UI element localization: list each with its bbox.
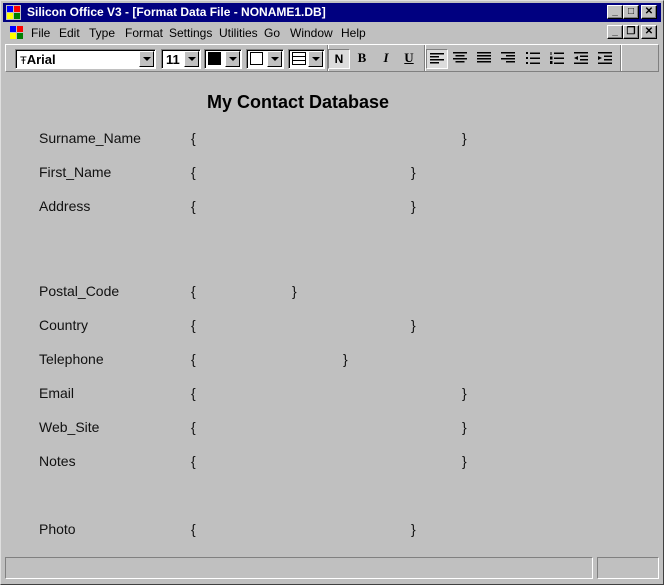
field-close-brace[interactable]: } [292,283,297,299]
menu-edit[interactable]: Edit [59,26,80,40]
field-label: Photo [39,521,76,537]
normal-style-button[interactable]: N [328,49,350,69]
app-icon[interactable] [6,5,21,20]
align-right-button[interactable] [497,49,519,69]
increase-indent-button[interactable] [594,49,616,69]
chevron-down-icon[interactable] [308,51,323,67]
menu-bar: File Edit Type Format Settings Utilities… [3,23,661,42]
decrease-indent-button[interactable] [570,49,592,69]
numbered-list-icon [550,52,564,64]
title-bar[interactable]: Silicon Office V3 - [Format Data File - … [3,3,661,22]
fill-color-swatch [250,52,263,65]
doc-close-button[interactable]: ✕ [641,25,657,39]
close-button[interactable]: ✕ [641,5,657,19]
maximize-button[interactable]: □ [623,5,639,19]
font-name-value: ŦArial [20,52,56,67]
menu-window[interactable]: Window [290,26,333,40]
field-close-brace[interactable]: } [411,164,416,180]
italic-button[interactable]: I [375,49,397,69]
align-left-button[interactable] [426,49,448,69]
field-open-brace[interactable]: { [191,317,196,333]
minimize-button[interactable]: _ [607,5,623,19]
status-bar [5,557,661,579]
doc-restore-button[interactable]: ❐ [623,25,639,39]
field-label: Notes [39,453,76,469]
menu-go[interactable]: Go [264,26,280,40]
font-name-select[interactable]: ŦArial [15,49,156,69]
field-open-brace[interactable]: { [191,351,196,367]
field-close-brace[interactable]: } [462,419,467,435]
menu-file[interactable]: File [31,26,50,40]
font-size-select[interactable]: 11 [161,49,201,69]
chevron-down-icon[interactable] [225,51,240,67]
field-open-brace[interactable]: { [191,198,196,214]
bullet-list-icon [526,52,540,64]
doc-minimize-button[interactable]: _ [607,25,623,39]
fill-color-select[interactable] [246,49,284,69]
field-label: Telephone [39,351,104,367]
align-center-icon [453,52,467,63]
field-open-brace[interactable]: { [191,130,196,146]
field-label: Postal_Code [39,283,120,299]
font-size-value: 11 [166,52,180,67]
menu-help[interactable]: Help [341,26,366,40]
field-label: Web_Site [39,419,100,435]
menu-utilities[interactable]: Utilities [219,26,258,40]
underline-button[interactable]: U [398,49,420,69]
field-close-brace[interactable]: } [462,453,467,469]
field-close-brace[interactable]: } [411,317,416,333]
format-toolbar: ŦArial 11 N B I U [5,44,659,72]
field-open-brace[interactable]: { [191,521,196,537]
chevron-down-icon[interactable] [139,51,154,67]
field-open-brace[interactable]: { [191,283,196,299]
toolbar-separator [620,45,622,71]
field-open-brace[interactable]: { [191,164,196,180]
field-label: Country [39,317,89,333]
field-close-brace[interactable]: } [343,351,348,367]
align-center-button[interactable] [449,49,471,69]
text-color-select[interactable] [204,49,242,69]
menu-type[interactable]: Type [89,26,115,40]
app-window: Silicon Office V3 - [Format Data File - … [0,0,664,585]
align-justify-icon [477,52,491,63]
outdent-icon [574,52,588,64]
status-pane-secondary [597,557,659,579]
window-title: Silicon Office V3 - [Format Data File - … [27,5,326,19]
align-right-icon [501,52,515,63]
border-style-select[interactable] [288,49,325,69]
menu-settings[interactable]: Settings [169,26,212,40]
chevron-down-icon[interactable] [184,51,199,67]
field-open-brace[interactable]: { [191,385,196,401]
field-close-brace[interactable]: } [411,198,416,214]
text-color-swatch [208,52,221,65]
document-workspace[interactable]: My Contact Database Surname_Name { } Fir… [5,75,659,551]
align-left-icon [430,53,444,64]
field-open-brace[interactable]: { [191,419,196,435]
document-title: My Contact Database [206,92,390,112]
field-close-brace[interactable]: } [411,521,416,537]
field-close-brace[interactable]: } [462,385,467,401]
bold-button[interactable]: B [351,49,373,69]
field-close-brace[interactable]: } [462,130,467,146]
indent-icon [598,52,612,64]
field-open-brace[interactable]: { [191,453,196,469]
align-justify-button[interactable] [473,49,495,69]
menu-format[interactable]: Format [125,26,163,40]
document-icon[interactable] [9,25,24,40]
field-label: First_Name [39,164,112,180]
bullet-list-button[interactable] [522,49,544,69]
border-style-icon [292,52,306,65]
field-label: Address [39,198,91,214]
truetype-icon: Ŧ [20,55,27,67]
chevron-down-icon[interactable] [267,51,282,67]
numbered-list-button[interactable] [546,49,568,69]
field-label: Surname_Name [39,130,141,146]
status-pane-main [5,557,593,579]
field-label: Email [39,385,75,401]
